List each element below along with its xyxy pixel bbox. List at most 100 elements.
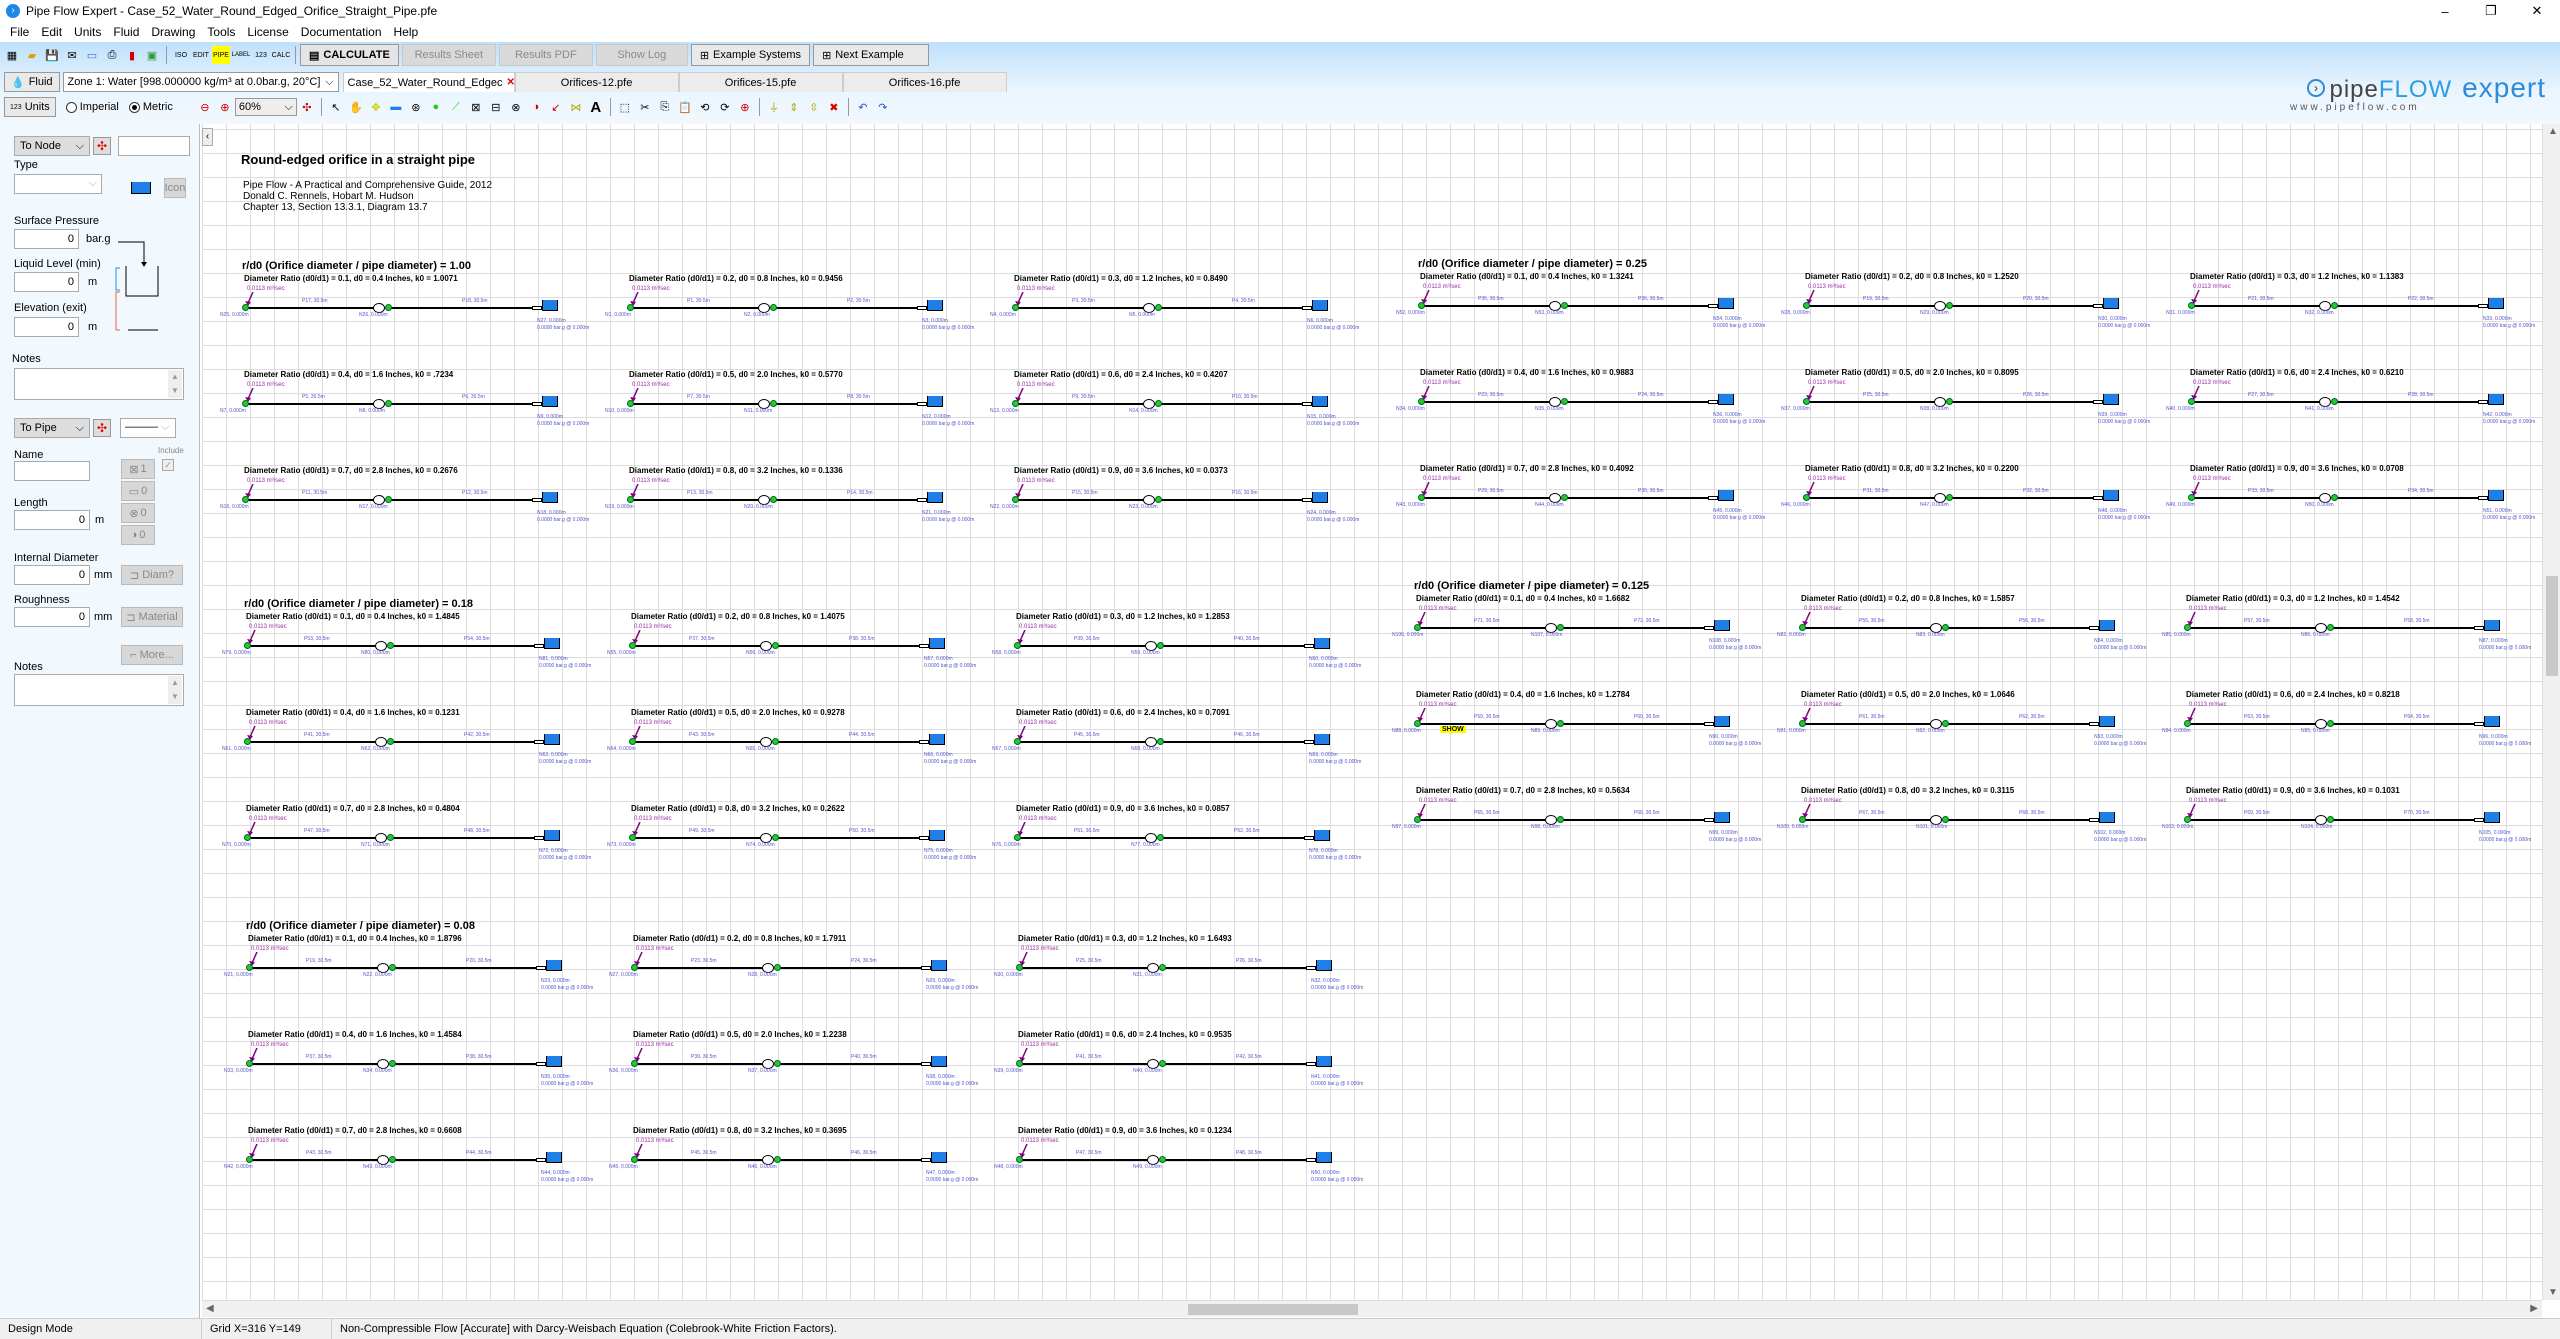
mid-node[interactable] bbox=[2331, 398, 2338, 405]
end-tank-icon[interactable] bbox=[1718, 490, 1734, 501]
pipe-segment[interactable] bbox=[2191, 305, 2326, 307]
start-node[interactable] bbox=[2184, 816, 2191, 823]
cut-icon[interactable]: ✂ bbox=[636, 98, 654, 116]
tab-orifices-15[interactable]: Orifices-15.pfe bbox=[678, 72, 843, 92]
end-tank-icon[interactable] bbox=[927, 492, 943, 503]
end-tank-icon[interactable] bbox=[1316, 1056, 1332, 1067]
mid-node[interactable] bbox=[389, 964, 396, 971]
mid-node[interactable] bbox=[1946, 302, 1953, 309]
pipe-segment[interactable] bbox=[1417, 819, 1552, 821]
orifice-diagram[interactable]: Diameter Ratio (d0/d1) = 0.2, d0 = 0.8 I… bbox=[607, 612, 1009, 692]
length-input[interactable] bbox=[14, 510, 90, 530]
pipe-segment[interactable] bbox=[390, 837, 536, 839]
metric-radio[interactable]: Metric bbox=[128, 101, 173, 113]
end-tank-icon[interactable] bbox=[1718, 394, 1734, 405]
pipe-segment[interactable] bbox=[1802, 819, 1937, 821]
include-checkbox[interactable]: ✓ bbox=[162, 459, 174, 471]
image-icon[interactable]: ▣ bbox=[143, 46, 161, 64]
pipe-segment[interactable] bbox=[245, 307, 380, 309]
mid-node[interactable] bbox=[1942, 720, 1949, 727]
more-button[interactable]: ⌐ More... bbox=[121, 645, 183, 665]
pipe-segment[interactable] bbox=[388, 499, 534, 501]
end-tank-icon[interactable] bbox=[546, 1152, 562, 1163]
mid-node[interactable] bbox=[1561, 494, 1568, 501]
to-pipe-select[interactable]: To Pipe ⌵ bbox=[14, 418, 90, 438]
mid-node[interactable] bbox=[1159, 1156, 1166, 1163]
pipe-segment[interactable] bbox=[2334, 497, 2480, 499]
start-node[interactable] bbox=[1014, 738, 1021, 745]
start-node[interactable] bbox=[242, 400, 249, 407]
end-tank-icon[interactable] bbox=[2099, 716, 2115, 727]
orifice-diagram[interactable]: Diameter Ratio (d0/d1) = 0.3, d0 = 1.2 I… bbox=[992, 612, 1394, 692]
calculate-button[interactable]: ▤ CALCULATE bbox=[300, 44, 399, 66]
mid-node[interactable] bbox=[774, 1156, 781, 1163]
mid-node[interactable] bbox=[2331, 494, 2338, 501]
orifice-diagram[interactable]: Diameter Ratio (d0/d1) = 0.4, d0 = 1.6 I… bbox=[220, 370, 622, 450]
pipe-segment[interactable] bbox=[1560, 723, 1706, 725]
pipe-segment[interactable] bbox=[1945, 627, 2091, 629]
example-systems-button[interactable]: ⊞ Example Systems bbox=[690, 44, 811, 66]
pipe-segment[interactable] bbox=[2334, 305, 2480, 307]
internal-diameter-input[interactable] bbox=[14, 565, 90, 585]
start-node[interactable] bbox=[242, 496, 249, 503]
close-button[interactable]: ✕ bbox=[2514, 0, 2560, 22]
mid-node[interactable] bbox=[1157, 642, 1164, 649]
end-tank-icon[interactable] bbox=[927, 300, 943, 311]
start-node[interactable] bbox=[1414, 720, 1421, 727]
mid-node[interactable] bbox=[1942, 816, 1949, 823]
menu-fluid[interactable]: Fluid bbox=[107, 25, 145, 39]
start-node[interactable] bbox=[1799, 720, 1806, 727]
pipe-segment[interactable] bbox=[2330, 819, 2476, 821]
end-tank-icon[interactable] bbox=[2099, 620, 2115, 631]
orifice-diagram[interactable]: Diameter Ratio (d0/d1) = 0.4, d0 = 1.6 I… bbox=[222, 708, 624, 788]
mid-node[interactable] bbox=[774, 964, 781, 971]
minimize-button[interactable]: – bbox=[2422, 0, 2468, 22]
start-node[interactable] bbox=[1803, 302, 1810, 309]
notes-scrollbar[interactable]: ▲ ▼ bbox=[168, 676, 182, 704]
orifice-diagram[interactable]: Diameter Ratio (d0/d1) = 0.8, d0 = 3.2 I… bbox=[609, 1126, 1011, 1206]
start-node[interactable] bbox=[1418, 494, 1425, 501]
start-node[interactable] bbox=[629, 642, 636, 649]
undo-icon[interactable]: ↶ bbox=[854, 98, 872, 116]
pipe-color-icon[interactable]: PIPE bbox=[212, 46, 230, 64]
roughness-input[interactable] bbox=[14, 607, 90, 627]
pipe-segment[interactable] bbox=[1560, 627, 1706, 629]
pipe-segment[interactable] bbox=[1158, 499, 1304, 501]
units-button[interactable]: 123 Units bbox=[4, 97, 56, 117]
start-node[interactable] bbox=[1012, 304, 1019, 311]
pipe-segment[interactable] bbox=[2187, 627, 2322, 629]
node-tool-icon[interactable]: ● bbox=[427, 98, 445, 116]
start-node[interactable] bbox=[627, 496, 634, 503]
start-node[interactable] bbox=[1016, 964, 1023, 971]
end-tank-icon[interactable] bbox=[1314, 638, 1330, 649]
mid-node[interactable] bbox=[389, 1156, 396, 1163]
mid-node[interactable] bbox=[2331, 302, 2338, 309]
pipe-segment[interactable] bbox=[1015, 307, 1150, 309]
pipe-segment[interactable] bbox=[245, 499, 380, 501]
add-node-on-pipe-icon[interactable]: ⏚ bbox=[765, 98, 783, 116]
select-pointer-icon[interactable]: ↖ bbox=[327, 98, 345, 116]
mid-node[interactable] bbox=[1159, 964, 1166, 971]
zoom-out-icon[interactable]: ⊖ bbox=[196, 98, 214, 116]
orifice-diagram[interactable]: Diameter Ratio (d0/d1) = 0.1, d0 = 0.4 I… bbox=[222, 612, 624, 692]
pipe-segment[interactable] bbox=[777, 1063, 923, 1065]
mid-node[interactable] bbox=[385, 496, 392, 503]
line-style-select[interactable]: ——— ⌵ bbox=[120, 418, 176, 438]
move-drawing-icon[interactable]: ✥ bbox=[367, 98, 385, 116]
pipe-segment[interactable] bbox=[392, 1063, 538, 1065]
tab-case-52[interactable]: Case_52_Water_Round_Edgec ✕ bbox=[342, 72, 515, 92]
end-tank-icon[interactable] bbox=[931, 1056, 947, 1067]
orifice-diagram[interactable]: Diameter Ratio (d0/d1) = 0.6, d0 = 2.4 I… bbox=[990, 370, 1392, 450]
start-node[interactable] bbox=[1016, 1060, 1023, 1067]
pipe-segment[interactable] bbox=[388, 307, 534, 309]
start-node[interactable] bbox=[631, 1156, 638, 1163]
mid-node[interactable] bbox=[1942, 624, 1949, 631]
end-tank-icon[interactable] bbox=[929, 830, 945, 841]
orifice-diagram[interactable]: Diameter Ratio (d0/d1) = 0.1, d0 = 0.4 I… bbox=[1392, 594, 1794, 674]
menu-help[interactable]: Help bbox=[388, 25, 425, 39]
copy-icon[interactable]: ⎘ bbox=[656, 98, 674, 116]
orifice-diagram[interactable]: Diameter Ratio (d0/d1) = 0.9, d0 = 3.6 I… bbox=[992, 804, 1394, 884]
start-node[interactable] bbox=[1414, 816, 1421, 823]
tab-orifices-16[interactable]: Orifices-16.pfe bbox=[842, 72, 1007, 92]
pipe-segment[interactable] bbox=[247, 741, 382, 743]
